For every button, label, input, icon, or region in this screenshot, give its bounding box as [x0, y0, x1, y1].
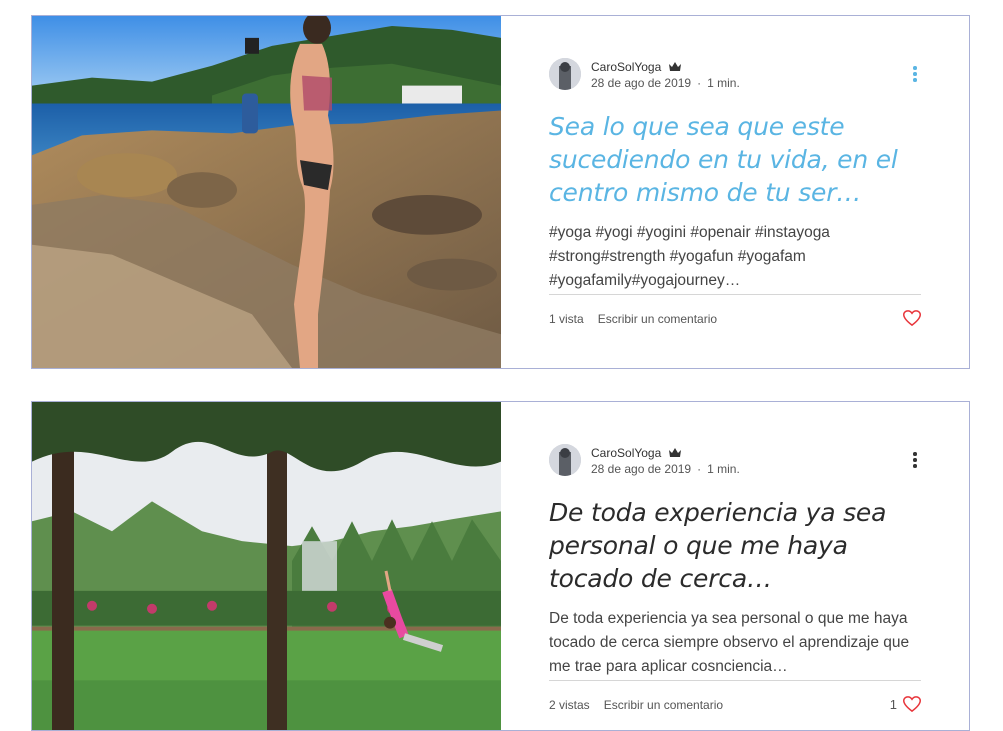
more-vertical-icon[interactable]: [909, 452, 921, 470]
park-photo: [32, 402, 501, 730]
post-stats: 1 vista Escribir un comentario: [549, 309, 921, 327]
author-avatar[interactable]: [549, 58, 581, 90]
write-comment-link[interactable]: Escribir un comentario: [598, 312, 717, 326]
post-cover-image[interactable]: [32, 16, 501, 368]
post-meta: CaroSolYoga 28 de ago de 2019 · 1 min.: [549, 58, 921, 92]
post-excerpt: #yoga #yogi #yogini #openair #instayoga …: [549, 224, 830, 289]
post-date: 28 de ago de 2019: [591, 462, 692, 476]
blog-post-card[interactable]: CaroSolYoga 28 de ago de 2019 · 1 min. Sea…: [31, 15, 970, 369]
view-count: 2 vistas: [549, 698, 590, 712]
author-avatar[interactable]: [549, 444, 581, 476]
write-comment-link[interactable]: Escribir un comentario: [604, 698, 723, 712]
post-date: 28 de ago de 2019: [591, 76, 692, 90]
like-count: 1: [889, 696, 897, 712]
author-name[interactable]: CaroSolYoga: [591, 446, 661, 460]
like-button[interactable]: 1: [890, 695, 921, 713]
read-time: 1 min.: [707, 462, 740, 476]
post-content: CaroSolYoga 28 de ago de 2019 · 1 min. Sea…: [549, 16, 921, 368]
blog-post-card[interactable]: CaroSolYoga 28 de ago de 2019 · 1 min. De …: [31, 401, 970, 731]
post-stats: 2 vistas Escribir un comentario 1: [549, 695, 921, 713]
post-content: CaroSolYoga 28 de ago de 2019 · 1 min. De …: [549, 402, 921, 730]
heart-icon: [903, 696, 921, 712]
author-name-row[interactable]: CaroSolYoga: [591, 446, 681, 461]
post-date-line: 28 de ago de 2019 · 1 min.: [591, 462, 740, 476]
post-title[interactable]: De toda experiencia ya sea personal o qu…: [549, 496, 921, 595]
post-meta: CaroSolYoga 28 de ago de 2019 · 1 min.: [549, 444, 921, 478]
crown-icon: [668, 447, 681, 461]
divider: [549, 680, 921, 681]
post-date-line: 28 de ago de 2019 · 1 min.: [591, 76, 740, 90]
crown-icon: [668, 61, 681, 75]
read-time: 1 min.: [707, 76, 740, 90]
author-name-row[interactable]: CaroSolYoga: [591, 60, 681, 75]
post-cover-image[interactable]: [32, 402, 501, 730]
post-title[interactable]: Sea lo que sea que este sucediendo en tu…: [549, 110, 921, 209]
beach-photo: [32, 16, 501, 368]
separator-dot: ·: [697, 462, 702, 476]
view-count: 1 vista: [549, 312, 584, 326]
like-button[interactable]: [897, 309, 921, 327]
heart-icon: [903, 310, 921, 326]
author-name[interactable]: CaroSolYoga: [591, 60, 661, 74]
divider: [549, 294, 921, 295]
separator-dot: ·: [697, 76, 702, 90]
post-excerpt: De toda experiencia ya sea personal o qu…: [549, 610, 910, 675]
more-vertical-icon[interactable]: [909, 66, 921, 84]
